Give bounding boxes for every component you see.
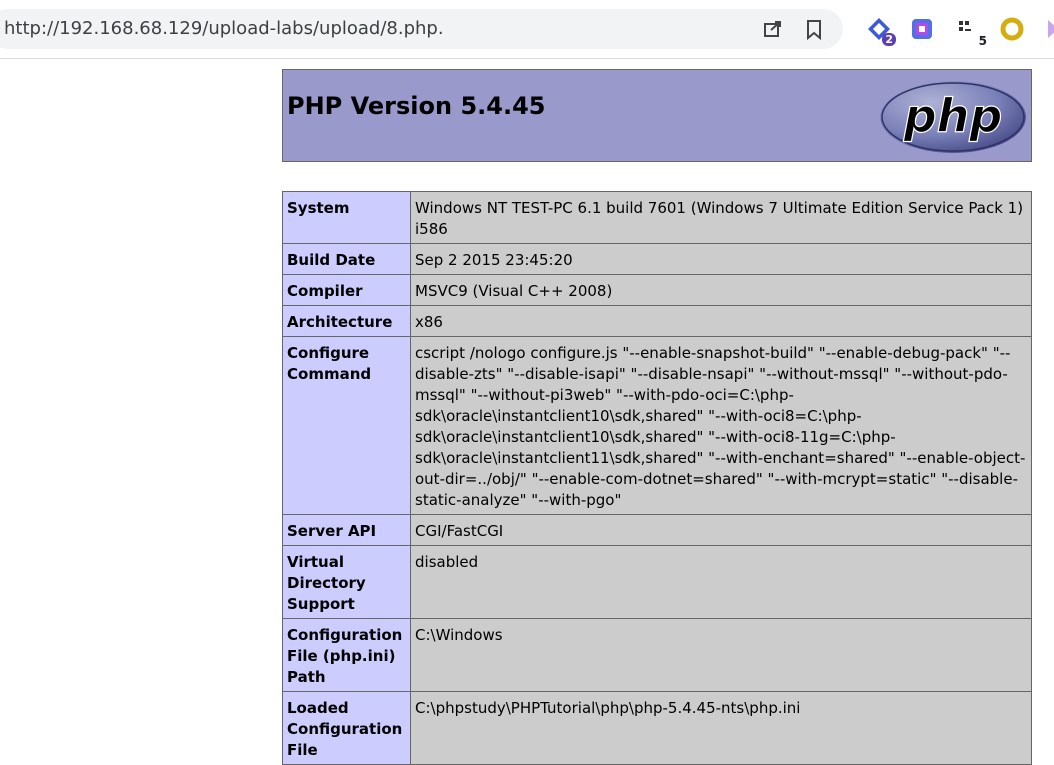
extension-2-icon[interactable] (909, 16, 935, 42)
table-row: Server API CGI/FastCGI (282, 514, 1032, 546)
row-key: Build Date (282, 243, 411, 275)
row-value: CGI/FastCGI (410, 514, 1032, 546)
row-value: C:\Windows (410, 618, 1032, 692)
row-value: cscript /nologo configure.js "--enable-s… (410, 336, 1032, 515)
browser-toolbar: http://192.168.68.129/upload-labs/upload… (0, 0, 1054, 59)
row-value: Sep 2 2015 23:45:20 (410, 243, 1032, 275)
table-row: Configuration File (php.ini) Path C:\Wind… (282, 618, 1032, 692)
phpinfo-page: PHP Version 5.4.45 php System Windows NT … (282, 69, 1032, 765)
row-key: Configure Command (282, 336, 411, 515)
page-title: PHP Version 5.4.45 (287, 92, 546, 120)
phpinfo-header: PHP Version 5.4.45 php (282, 69, 1032, 162)
row-key: Loaded Configuration File (282, 691, 411, 765)
php-logo: php (879, 80, 1027, 159)
table-row: Loaded Configuration File C:\phpstudy\PHP… (282, 691, 1032, 765)
row-key: Virtual Directory Support (282, 545, 411, 619)
extension-3-icon[interactable]: 5 (955, 16, 987, 48)
table-row: Compiler MSVC9 (Visual C++ 2008) (282, 274, 1032, 306)
row-value: MSVC9 (Visual C++ 2008) (410, 274, 1032, 306)
table-row: System Windows NT TEST-PC 6.1 build 7601 … (282, 191, 1032, 244)
extension-5-icon[interactable] (1044, 16, 1054, 42)
table-row: Configure Command cscript /nologo configu… (282, 336, 1032, 515)
table-row: Build Date Sep 2 2015 23:45:20 (282, 243, 1032, 275)
extension-1-badge: 2 (882, 33, 896, 46)
phpinfo-table: System Windows NT TEST-PC 6.1 build 7601 … (282, 191, 1032, 765)
row-key: Compiler (282, 274, 411, 306)
row-key: System (282, 191, 411, 244)
svg-text:php: php (903, 89, 1003, 143)
share-icon[interactable] (762, 18, 784, 40)
row-value: Windows NT TEST-PC 6.1 build 7601 (Windo… (410, 191, 1032, 244)
bookmark-icon[interactable] (803, 18, 825, 41)
table-row: Virtual Directory Support disabled (282, 545, 1032, 619)
row-key: Server API (282, 514, 411, 546)
extension-4-icon[interactable] (999, 16, 1025, 42)
extension-3-badge: 5 (978, 34, 987, 48)
row-value: C:\phpstudy\PHPTutorial\php\php-5.4.45-n… (410, 691, 1032, 765)
row-key: Configuration File (php.ini) Path (282, 618, 411, 692)
row-value: disabled (410, 545, 1032, 619)
row-key: Architecture (282, 305, 411, 337)
address-bar-url[interactable]: http://192.168.68.129/upload-labs/upload… (4, 18, 444, 39)
extension-1-icon[interactable]: 2 (866, 16, 896, 46)
row-value: x86 (410, 305, 1032, 337)
table-row: Architecture x86 (282, 305, 1032, 337)
